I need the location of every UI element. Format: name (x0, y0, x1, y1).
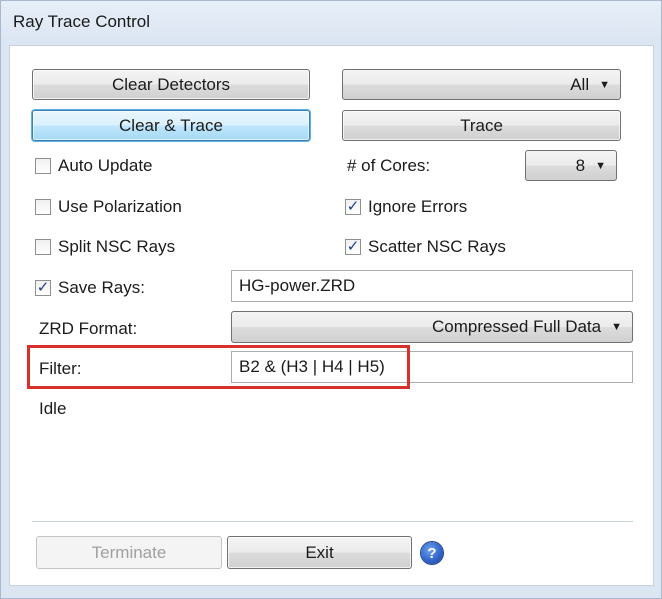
zrd-format-dropdown[interactable]: Compressed Full Data ▼ (231, 311, 633, 343)
terminate-button[interactable]: Terminate (36, 536, 222, 569)
chevron-down-icon: ▼ (611, 321, 622, 333)
chevron-down-icon: ▼ (599, 78, 610, 91)
zrd-format-value: Compressed Full Data (431, 317, 602, 336)
cores-dropdown[interactable]: 8 ▼ (525, 150, 617, 181)
trace-button[interactable]: Trace (342, 110, 621, 141)
scatter-nsc-rays-checkbox[interactable]: ✓ (345, 239, 361, 255)
use-polarization-checkbox[interactable] (35, 199, 51, 215)
save-rays-label: Save Rays: (58, 278, 145, 297)
terminate-label: Terminate (91, 542, 167, 562)
exit-button[interactable]: Exit (227, 536, 412, 569)
clear-and-trace-button[interactable]: Clear & Trace (32, 110, 310, 141)
ignore-errors-label: Ignore Errors (368, 197, 468, 216)
help-glyph: ? (427, 544, 437, 562)
chevron-down-icon: ▼ (595, 159, 606, 172)
checkmark-icon: ✓ (346, 238, 360, 255)
trace-label: Trace (460, 115, 503, 135)
save-rays-filename-input[interactable]: HG-power.ZRD (231, 270, 633, 302)
cores-value: 8 (575, 155, 586, 175)
ray-trace-control-window: Ray Trace Control Clear Detectors All ▼ … (0, 0, 662, 599)
status-text: Idle (39, 399, 67, 418)
clear-and-trace-label: Clear & Trace (119, 115, 223, 135)
clear-detectors-button[interactable]: Clear Detectors (32, 69, 310, 100)
detector-select-dropdown[interactable]: All ▼ (342, 69, 621, 100)
split-nsc-rays-checkbox[interactable] (35, 239, 51, 255)
filter-highlight-box (27, 345, 410, 389)
ignore-errors-checkbox[interactable]: ✓ (345, 199, 361, 215)
cores-label: # of Cores: (347, 156, 431, 175)
auto-update-checkbox[interactable] (35, 158, 51, 174)
use-polarization-label: Use Polarization (58, 197, 182, 216)
auto-update-label: Auto Update (58, 156, 153, 175)
split-nsc-rays-label: Split NSC Rays (58, 237, 176, 256)
zrd-format-label: ZRD Format: (39, 319, 138, 338)
clear-detectors-label: Clear Detectors (111, 74, 231, 94)
help-icon[interactable]: ? (421, 542, 443, 564)
save-rays-filename-value: HG-power.ZRD (239, 276, 356, 295)
scatter-nsc-rays-label: Scatter NSC Rays (368, 237, 506, 256)
checkmark-icon: ✓ (346, 198, 360, 215)
window-title: Ray Trace Control (13, 12, 150, 31)
save-rays-checkbox[interactable]: ✓ (35, 280, 51, 296)
exit-label: Exit (305, 542, 334, 562)
checkmark-icon: ✓ (36, 279, 50, 296)
bottom-divider (32, 521, 633, 522)
detector-select-value: All (570, 74, 590, 94)
